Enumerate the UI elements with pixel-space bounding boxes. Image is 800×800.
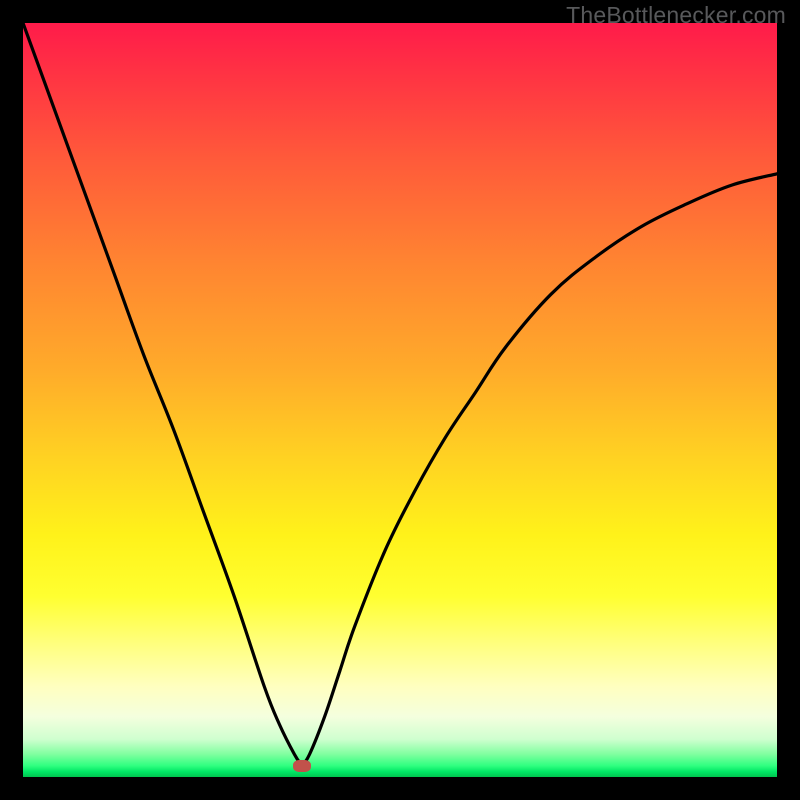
chart-stage: TheBottlenecker.com bbox=[0, 0, 800, 800]
watermark-label: TheBottlenecker.com bbox=[566, 2, 786, 29]
chart-frame bbox=[0, 0, 800, 800]
